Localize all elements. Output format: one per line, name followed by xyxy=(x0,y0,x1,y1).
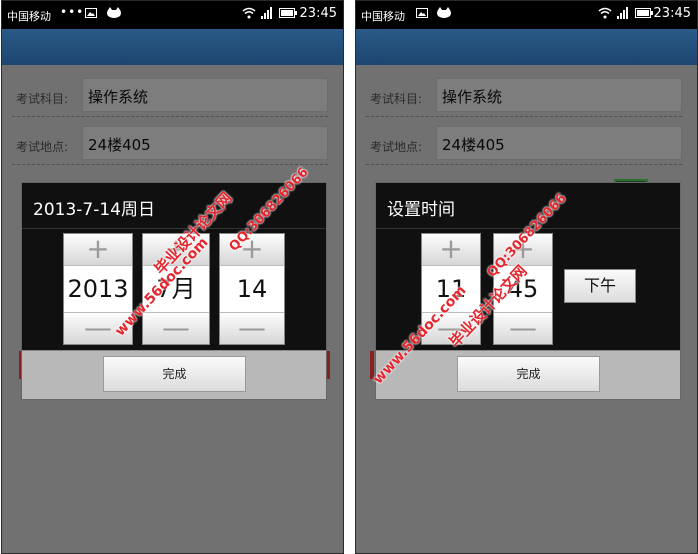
year-decrement-button[interactable]: — xyxy=(64,312,132,344)
battery-icon xyxy=(635,8,653,18)
hour-value[interactable]: 11 xyxy=(422,266,480,312)
done-button[interactable]: 完成 xyxy=(457,356,600,392)
dialog-footer: 完成 xyxy=(376,350,680,399)
status-bar: 中国移动 ••• 23:45 xyxy=(2,1,343,29)
month-increment-button[interactable]: + xyxy=(143,234,209,266)
dialog-separator xyxy=(376,228,680,229)
notification-dots: ••• xyxy=(60,5,85,19)
phone-screen-time-picker: 中国移动 23:45 考试科目: 操作系统 考试地点: 24楼405 2013-… xyxy=(355,0,698,554)
hour-decrement-button[interactable]: — xyxy=(422,312,480,344)
month-picker: + 7月 — xyxy=(142,233,210,345)
wifi-icon xyxy=(242,7,256,19)
date-dialog-title: 2013-7-14周日 xyxy=(33,200,155,220)
time-dialog-title: 设置时间 xyxy=(387,200,455,220)
carrier-label: 中国移动 xyxy=(7,10,51,23)
month-value[interactable]: 7月 xyxy=(143,266,209,312)
minute-picker: + 45 — xyxy=(493,233,553,345)
signal-icon xyxy=(617,7,628,19)
minute-decrement-button[interactable]: — xyxy=(494,312,552,344)
dialog-footer: 完成 xyxy=(22,350,326,399)
hour-increment-button[interactable]: + xyxy=(422,234,480,266)
year-value[interactable]: 2013 xyxy=(64,266,132,312)
day-value[interactable]: 14 xyxy=(220,266,284,312)
day-picker: + 14 — xyxy=(219,233,285,345)
time-picker-dialog: 设置时间 + 11 — + 45 — 下午 完成 xyxy=(375,182,681,400)
action-bar xyxy=(2,29,343,65)
am-pm-toggle-button[interactable]: 下午 xyxy=(564,269,636,303)
clock-time: 23:45 xyxy=(299,6,337,21)
minute-increment-button[interactable]: + xyxy=(494,234,552,266)
action-bar xyxy=(356,29,697,65)
signal-icon xyxy=(261,7,272,19)
year-increment-button[interactable]: + xyxy=(64,234,132,266)
cat-notification-icon xyxy=(437,7,451,18)
day-increment-button[interactable]: + xyxy=(220,234,284,266)
clock-time: 23:45 xyxy=(653,6,691,21)
wifi-icon xyxy=(598,7,612,19)
status-bar: 中国移动 23:45 xyxy=(356,1,697,29)
done-button[interactable]: 完成 xyxy=(103,356,246,392)
date-picker-dialog: 2013-7-14周日 + 2013 — + 7月 — + 14 — 完成 xyxy=(21,182,327,400)
cat-notification-icon xyxy=(107,7,121,18)
image-notification-icon xyxy=(416,8,428,18)
dialog-separator xyxy=(22,228,326,229)
month-decrement-button[interactable]: — xyxy=(143,312,209,344)
day-decrement-button[interactable]: — xyxy=(220,312,284,344)
hour-picker: + 11 — xyxy=(421,233,481,345)
minute-value[interactable]: 45 xyxy=(494,266,552,312)
phone-screen-date-picker: 中国移动 ••• 23:45 考试科目: 操作系统 考试地点: 24楼405 2… xyxy=(1,0,344,554)
battery-icon xyxy=(279,8,297,18)
image-notification-icon xyxy=(85,8,97,18)
carrier-label: 中国移动 xyxy=(361,10,405,23)
year-picker: + 2013 — xyxy=(63,233,133,345)
red-button-edge-left xyxy=(370,351,374,379)
